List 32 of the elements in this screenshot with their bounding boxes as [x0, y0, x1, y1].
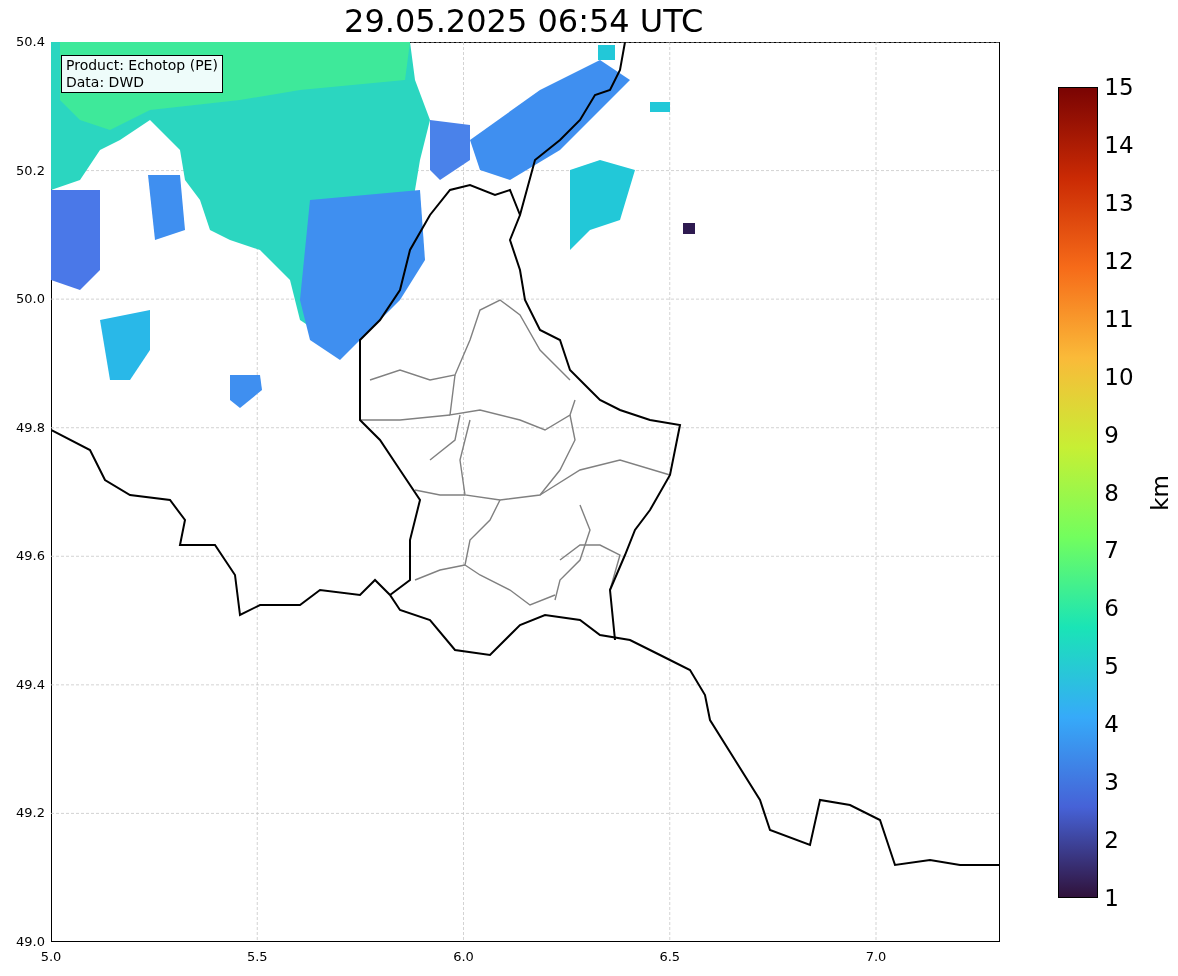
colorbar-tick-label: 5	[1104, 653, 1119, 680]
info-text: Data: DWD	[66, 74, 145, 91]
colorbar-tick-label: 3	[1104, 769, 1119, 796]
colorbar-tick-label: 13	[1104, 189, 1134, 216]
x-tick-label: 6.5	[659, 949, 681, 965]
x-tick-label: 6.0	[453, 949, 474, 965]
info-text: Product: Echotop (PE)	[66, 57, 218, 74]
colorbar-tick-label: 9	[1104, 421, 1119, 448]
colorbar-tick-label: 15	[1104, 74, 1134, 100]
y-tick-label: 49.4	[16, 676, 45, 693]
y-tick-label: 50.2	[16, 162, 45, 179]
colorbar-tick-label: 4	[1104, 711, 1119, 738]
y-tick-label: 49.8	[16, 419, 45, 436]
y-tick-label: 50.0	[16, 291, 45, 308]
colorbar-tick-label: 2	[1104, 827, 1119, 854]
y-tick-label: 50.4	[16, 34, 45, 50]
colorbar-tick-label: 12	[1104, 247, 1134, 274]
y-tick-label: 49.6	[16, 548, 45, 565]
colorbar-tick-label: 14	[1104, 131, 1134, 158]
y-tick-label: 49.0	[16, 934, 45, 950]
colorbar-tick-label: 10	[1104, 363, 1134, 390]
colorbar-tick-label: 11	[1104, 305, 1134, 332]
chart-title: 29.05.2025 06:54 UTC	[344, 1, 704, 42]
y-tick-label: 49.2	[16, 805, 45, 822]
x-tick-label: 7.0	[865, 949, 887, 965]
colorbar-label: km	[1147, 474, 1174, 511]
colorbar-tick-label: 1	[1104, 885, 1119, 911]
colorbar-tick-label: 7	[1104, 537, 1119, 564]
x-tick-label: 5.0	[40, 949, 62, 965]
colorbar-tick-label: 8	[1104, 479, 1119, 506]
colorbar-tick-label: 6	[1104, 595, 1119, 622]
x-tick-label: 5.5	[246, 949, 268, 965]
